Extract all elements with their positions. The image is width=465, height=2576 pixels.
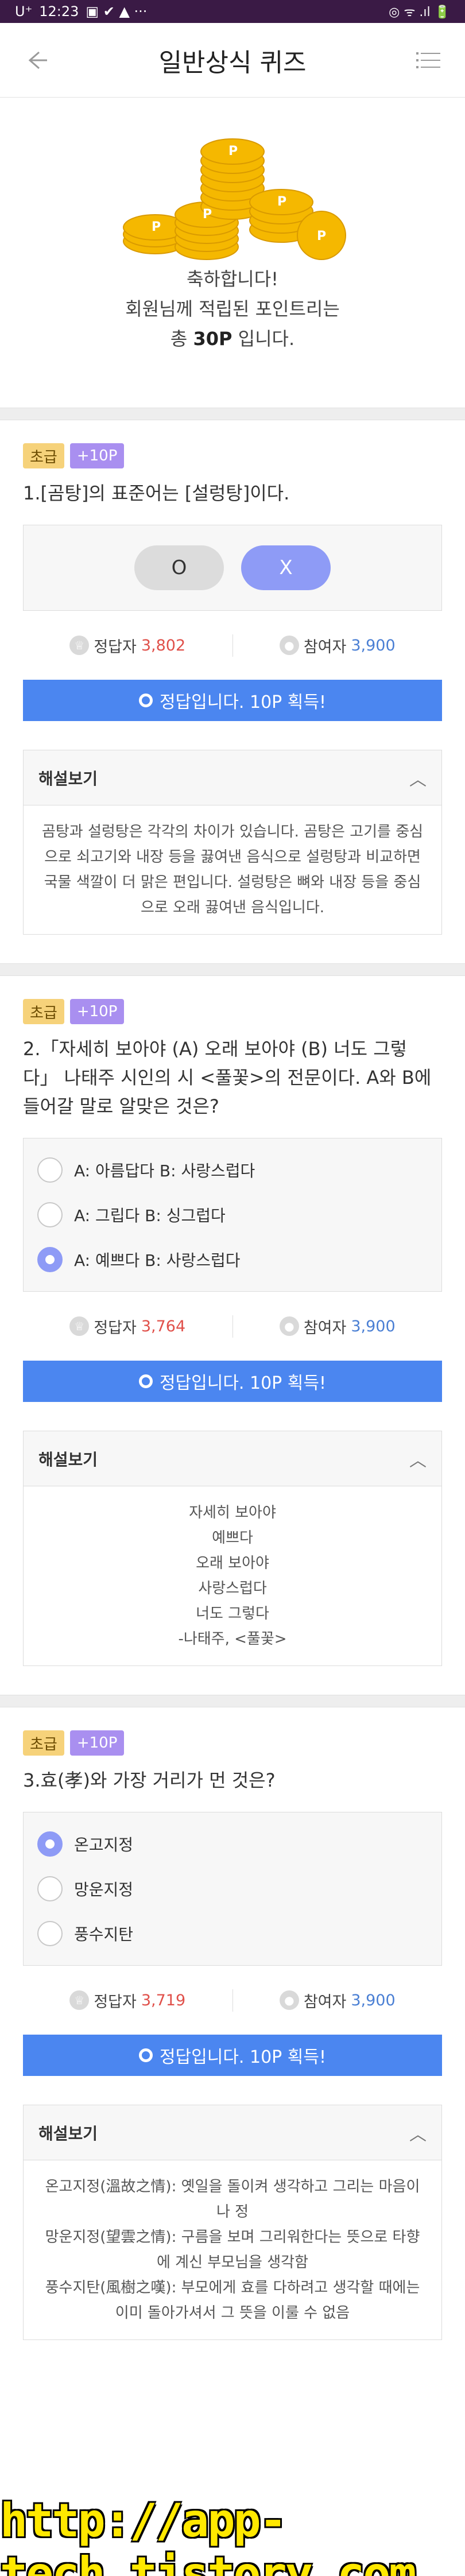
answer-option[interactable]: 온고지정 (37, 1822, 428, 1866)
radio-button[interactable] (37, 1157, 63, 1183)
explanation-toggle[interactable]: 해설보기 ︿ (24, 750, 441, 805)
quiz-stats: ♕ 정답자 3,802 ● 참여자 3,900 (23, 611, 442, 680)
participant-stat: ● 참여자 3,900 (232, 634, 443, 657)
answer-o-button[interactable]: O (134, 545, 224, 590)
explanation-text: 온고지정(溫故之情): 옛일을 돌이켜 생각하고 그리는 마음이나 정 망운지정… (45, 2178, 420, 2322)
radio-button-selected[interactable] (37, 1247, 63, 1272)
radio-button-selected[interactable] (37, 1831, 63, 1857)
quiz-card-2: 초급 +10P 2.「자세히 보아야 (A) 오래 보아야 (B) 너도 그렇다… (0, 976, 465, 1695)
result-banner: 정답입니다. 10P 획득! (23, 2035, 442, 2076)
answer-option[interactable]: 풍수지탄 (37, 1911, 428, 1956)
person-icon: ● (279, 636, 299, 655)
participant-count: 3,900 (351, 636, 396, 654)
trophy-icon: ♕ (69, 1316, 90, 1336)
check-circle-icon (138, 694, 153, 707)
quiz-card-3: 초급 +10P 3.효(孝)와 가장 거리가 먼 것은? 온고지정 망운지정 풍… (0, 1707, 465, 2369)
correct-count: 3,764 (141, 1317, 186, 1335)
notification-icons: ▣ ✔ ▲ ··· (86, 3, 148, 20)
person-icon: ● (279, 1316, 299, 1336)
quiz-card-1: 초급 +10P 1.[곰탕]의 표준어는 [설렁탕]이다. O X ♕ 정답자 … (0, 420, 465, 963)
ox-answer-box: O X (23, 525, 442, 611)
correct-count: 3,802 (141, 636, 186, 654)
points-total-text: 총 30P 입니다. (170, 328, 295, 350)
svg-text:P: P (203, 207, 212, 222)
svg-text:P: P (317, 229, 326, 243)
result-banner: 정답입니다. 10P 획득! (23, 680, 442, 721)
arrow-left-icon[interactable] (21, 44, 53, 76)
section-divider (0, 1695, 465, 1707)
svg-text:P: P (152, 220, 161, 234)
question-text: 3.효(孝)와 가장 거리가 먼 것은? (23, 1769, 276, 1791)
question-text: 2.「자세히 보아야 (A) 오래 보아야 (B) 너도 그렇다」 나태주 시인… (23, 1038, 432, 1117)
radio-button[interactable] (37, 1202, 63, 1227)
level-badge: 초급 (23, 443, 64, 468)
menu-icon[interactable] (412, 44, 444, 76)
explanation-text: 곰탕과 설렁탕은 각각의 차이가 있습니다. 곰탕은 고기를 중심으로 쇠고기와… (41, 823, 424, 916)
page-title: 일반상식 퀴즈 (158, 48, 307, 78)
points-badge: +10P (69, 443, 125, 468)
watermark-text: http://app-tech.tistory.com (0, 2494, 417, 2576)
clock: 12:23 (39, 3, 79, 20)
correct-stat: ♕ 정답자 3,719 (23, 1989, 232, 2012)
congrats-text: 축하합니다! (186, 268, 279, 290)
correct-stat: ♕ 정답자 3,764 (23, 1315, 232, 1338)
radio-button[interactable] (37, 1921, 63, 1946)
svg-text:P: P (277, 195, 286, 209)
section-divider (0, 963, 465, 976)
chevron-up-icon: ︿ (409, 769, 427, 790)
check-circle-icon (138, 1374, 153, 1388)
question-text: 1.[곰탕]의 표준어는 [설렁탕]이다. (23, 482, 290, 504)
points-badge: +10P (69, 999, 125, 1024)
system-status-icons: ◎ ᯤ .ıl 🔋 (389, 5, 450, 20)
person-icon: ● (279, 1990, 299, 2010)
answer-option[interactable]: A: 그립다 B: 싱그럽다 (37, 1192, 428, 1237)
explanation-toggle[interactable]: 해설보기 ︿ (24, 1431, 441, 1486)
radio-button[interactable] (37, 1876, 63, 1901)
section-divider (0, 408, 465, 420)
level-badge: 초급 (23, 1730, 64, 1756)
participant-stat: ● 참여자 3,900 (232, 1315, 443, 1338)
explanation-text: 자세히 보아야 예쁘다 오래 보아야 사랑스럽다 너도 그렇다 -나태주, <풀… (178, 1504, 287, 1648)
points-info-text: 회원님께 적립된 포인트리는 (125, 298, 340, 320)
chevron-up-icon: ︿ (409, 1450, 427, 1471)
answer-options: A: 아름답다 B: 사랑스럽다 A: 그립다 B: 싱그럽다 A: 예쁘다 B… (23, 1138, 442, 1292)
quiz-stats: ♕ 정답자 3,764 ● 참여자 3,900 (23, 1292, 442, 1361)
points-total-value: 30P (193, 328, 232, 350)
answer-option[interactable]: A: 예쁘다 B: 사랑스럽다 (37, 1237, 428, 1282)
answer-options: 온고지정 망운지정 풍수지탄 (23, 1812, 442, 1966)
correct-stat: ♕ 정답자 3,802 (23, 634, 232, 657)
explanation-panel: 해설보기 ︿ 자세히 보아야 예쁘다 오래 보아야 사랑스럽다 너도 그렇다 -… (23, 1431, 442, 1666)
result-banner: 정답입니다. 10P 획득! (23, 1361, 442, 1402)
trophy-icon: ♕ (69, 636, 90, 655)
carrier-label: U⁺ (15, 3, 33, 20)
participant-count: 3,900 (351, 1991, 396, 2009)
participant-stat: ● 참여자 3,900 (232, 1989, 443, 2012)
trophy-icon: ♕ (69, 1990, 90, 2010)
app-header: 일반상식 퀴즈 (0, 23, 465, 98)
answer-x-button[interactable]: X (241, 545, 331, 590)
quiz-stats: ♕ 정답자 3,719 ● 참여자 3,900 (23, 1966, 442, 2035)
answer-option[interactable]: A: 아름답다 B: 사랑스럽다 (37, 1148, 428, 1192)
chevron-up-icon: ︿ (409, 2124, 427, 2145)
reward-banner: P P P P P 축하합니다! 회원님께 적립된 포인트리는 총 30P 입니다. (0, 98, 465, 408)
level-badge: 초급 (23, 999, 64, 1024)
svg-text:P: P (228, 144, 238, 158)
explanation-panel: 해설보기 ︿ 곰탕과 설렁탕은 각각의 차이가 있습니다. 곰탕은 고기를 중심… (23, 750, 442, 935)
explanation-panel: 해설보기 ︿ 온고지정(溫故之情): 옛일을 돌이켜 생각하고 그리는 마음이나… (23, 2105, 442, 2340)
status-bar: U⁺ 12:23 ▣ ✔ ▲ ··· ◎ ᯤ .ıl 🔋 (0, 0, 465, 23)
coins-illustration: P P P P P (123, 138, 346, 260)
correct-count: 3,719 (141, 1991, 186, 2009)
answer-option[interactable]: 망운지정 (37, 1866, 428, 1911)
participant-count: 3,900 (351, 1317, 396, 1335)
points-badge: +10P (69, 1730, 125, 1756)
check-circle-icon (138, 2048, 153, 2062)
explanation-toggle[interactable]: 해설보기 ︿ (24, 2105, 441, 2160)
